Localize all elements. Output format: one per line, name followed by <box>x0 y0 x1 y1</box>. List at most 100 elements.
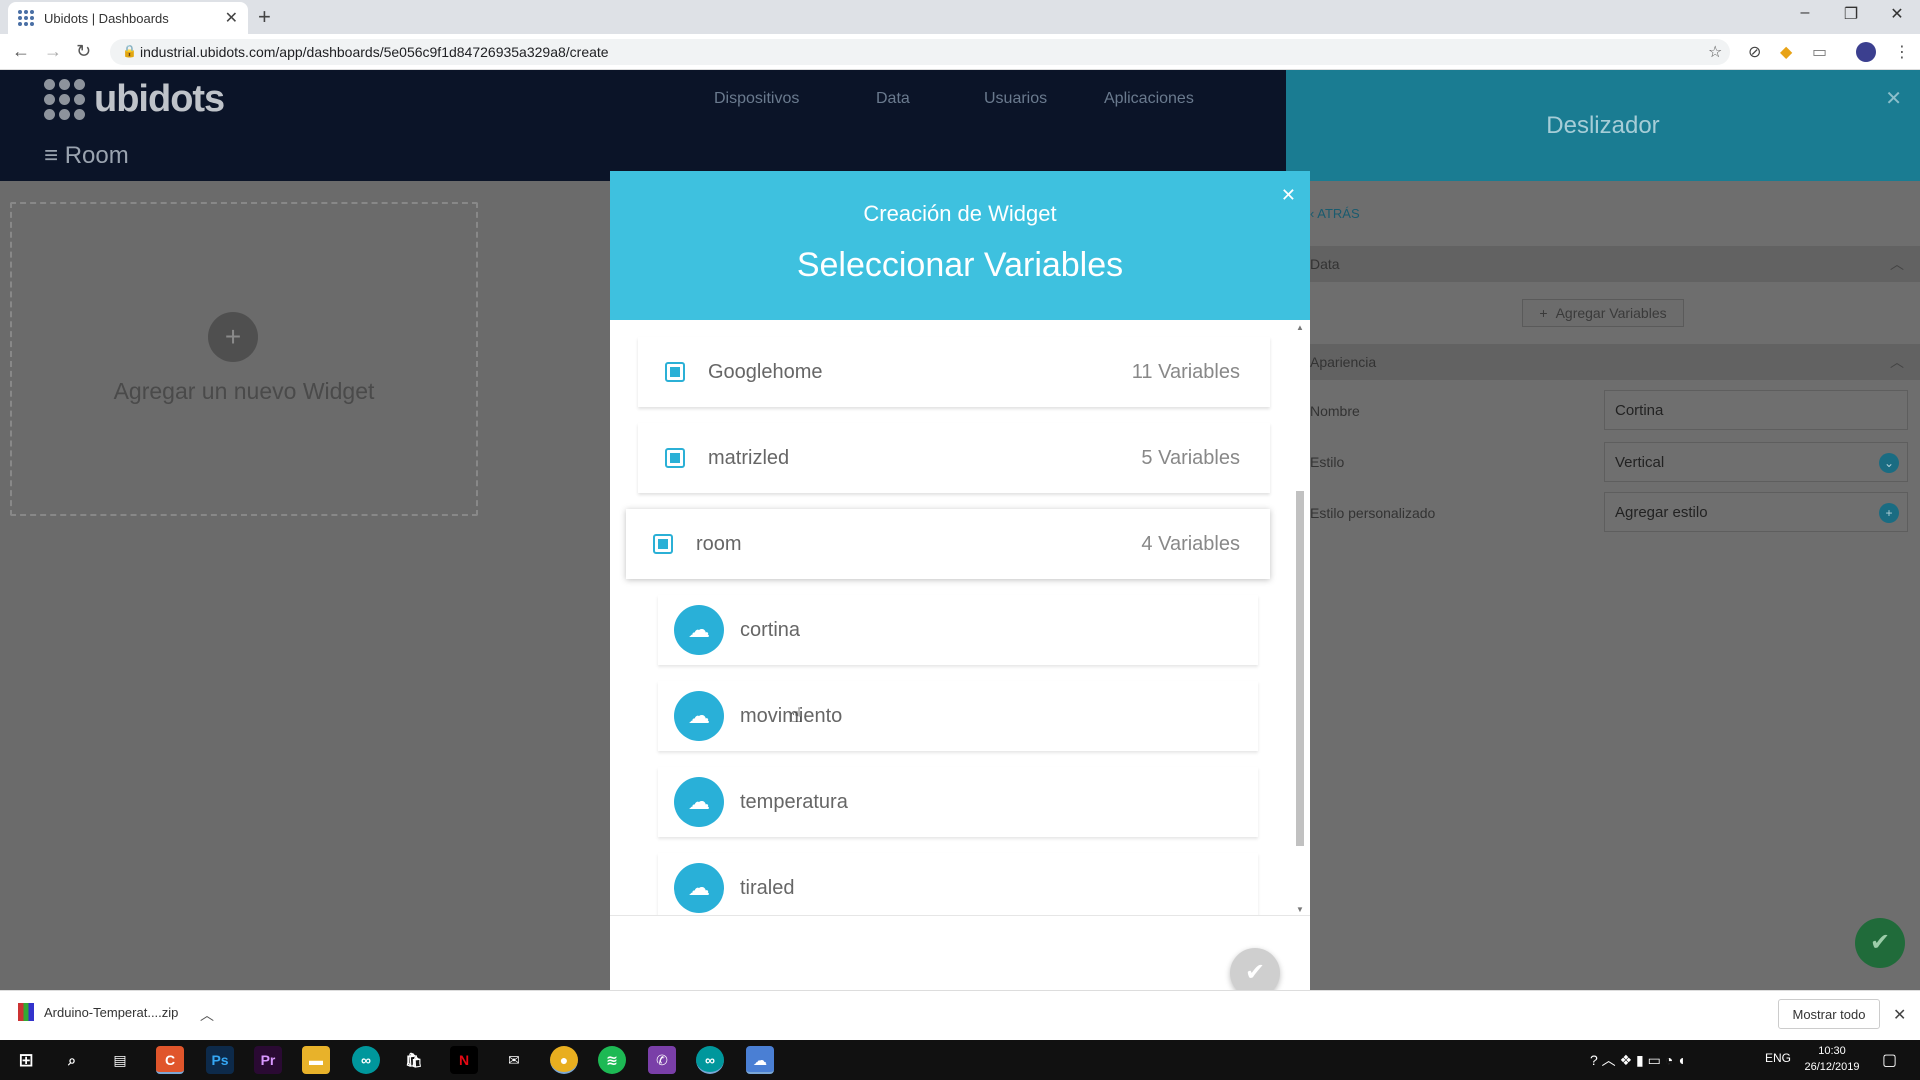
variable-count: 4 Variables <box>1141 532 1240 555</box>
browser-tab[interactable]: Ubidots | Dashboards ✕ <box>8 2 248 34</box>
ubidots-logo[interactable]: ubidots <box>44 78 225 121</box>
cloud-upload-icon: ☁ <box>674 863 724 913</box>
back-arrow-icon[interactable]: ← <box>12 41 30 62</box>
chevron-down-icon: ⌄ <box>1879 453 1899 473</box>
download-bar: Arduino-Temperat....zip ︿ Mostrar todo ✕ <box>0 990 1920 1038</box>
store-icon[interactable]: 🛍 <box>400 1046 428 1074</box>
nav-aplicaciones[interactable]: Aplicaciones <box>1104 90 1194 108</box>
add-widget-plus-icon[interactable]: + <box>208 312 258 362</box>
confirm-check-button[interactable]: ✔ <box>1230 948 1280 990</box>
lock-icon: 🔒 <box>122 44 137 58</box>
panel-close-icon[interactable]: ✕ <box>1885 86 1902 111</box>
profile-avatar[interactable] <box>1856 42 1876 62</box>
dashboard-name: Room <box>64 142 129 169</box>
search-icon[interactable]: ⌕ <box>58 1046 86 1074</box>
minimize-icon[interactable]: – <box>1790 4 1820 22</box>
device-row-room[interactable]: room 4 Variables <box>626 509 1270 579</box>
variable-name: cortina <box>740 618 801 641</box>
nav-dispositivos[interactable]: Dispositivos <box>714 90 799 108</box>
mail-icon[interactable]: ✉ <box>500 1046 528 1074</box>
add-variables-button[interactable]: + Agregar Variables <box>1522 299 1684 327</box>
whatsapp-icon[interactable]: ✆ <box>648 1046 676 1074</box>
dashboard-title[interactable]: ≡ Room <box>44 142 129 170</box>
new-tab-icon[interactable]: + <box>258 4 271 30</box>
tab-title: Ubidots | Dashboards <box>44 10 169 26</box>
chevron-up-icon: ︿ <box>1890 256 1904 272</box>
modal-title: Seleccionar Variables <box>796 246 1124 284</box>
clock-date: 26/12/2019 <box>1804 1061 1860 1073</box>
file-explorer-icon[interactable]: ▬ <box>302 1046 330 1074</box>
reload-icon[interactable]: ↻ <box>76 41 91 62</box>
chrome-icon[interactable]: ● <box>550 1046 578 1074</box>
back-link[interactable]: ‹ ATRÁS <box>1310 206 1360 221</box>
nav-data[interactable]: Data <box>876 90 910 108</box>
download-bar-close-icon[interactable]: ✕ <box>1893 1005 1906 1025</box>
style-select[interactable]: Vertical ⌄ <box>1604 442 1908 482</box>
bookmark-star-icon[interactable]: ☆ <box>1708 42 1722 62</box>
data-section-header[interactable]: Data ︿ <box>1286 246 1920 282</box>
variable-count: 11 Variables <box>1131 360 1240 383</box>
device-variable-list[interactable]: Googlehome 11 Variables matrizled 5 Vari… <box>610 320 1310 916</box>
download-item[interactable]: Arduino-Temperat....zip <box>18 1003 178 1021</box>
variable-count: 5 Variables <box>1141 446 1240 469</box>
custom-style-value: Agregar estilo <box>1615 503 1708 521</box>
device-row-googlehome[interactable]: Googlehome 11 Variables <box>638 337 1270 407</box>
system-tray-icons[interactable]: ? ︿ ❖ ▮ ▭ ◔ ◖ <box>1590 1050 1686 1070</box>
chevron-up-icon: ︿ <box>1890 354 1904 370</box>
address-bar[interactable]: 🔒 industrial.ubidots.com/app/dashboards/… <box>110 39 1730 65</box>
winrar-archive-icon <box>18 1003 34 1021</box>
arduino-icon[interactable]: ∞ <box>352 1046 380 1074</box>
extension-icon[interactable]: ◆ <box>1780 42 1792 62</box>
device-name: matrizled <box>708 446 790 469</box>
name-input[interactable]: Cortina <box>1604 390 1908 430</box>
panel-title: Deslizador <box>1546 112 1660 139</box>
notifications-icon[interactable]: ▢ <box>1882 1050 1897 1070</box>
device-name: room <box>696 532 742 555</box>
spotify-icon[interactable]: ≋ <box>598 1046 626 1074</box>
variable-row-cortina[interactable]: ☁ cortina <box>658 595 1258 665</box>
variable-row-temperatura[interactable]: ☁ temperatura <box>658 767 1258 837</box>
premiere-icon[interactable]: Pr <box>254 1046 282 1074</box>
language-indicator[interactable]: ENG <box>1765 1051 1791 1065</box>
show-all-button[interactable]: Mostrar todo <box>1778 999 1880 1029</box>
add-variables-label: Agregar Variables <box>1555 305 1667 321</box>
device-row-matrizled[interactable]: matrizled 5 Variables <box>638 423 1270 493</box>
variable-row-movimiento[interactable]: ☁ movimiento <box>658 681 1258 751</box>
hand-cursor-icon: ☝ <box>790 705 803 727</box>
scroll-up-arrow-icon[interactable]: ▲ <box>1296 323 1304 332</box>
custom-style-field[interactable]: Agregar estilo + <box>1604 492 1908 532</box>
windows-start-icon[interactable]: ⊞ <box>12 1046 40 1074</box>
widget-settings-panel: Deslizador ✕ ‹ ATRÁS Data ︿ + Agregar Vari… <box>1286 70 1920 990</box>
cast-icon[interactable]: ▭ <box>1812 42 1827 62</box>
chevron-up-icon[interactable]: ︿ <box>200 1005 214 1025</box>
browser-toolbar: ← → ↻ 🔒 industrial.ubidots.com/app/dashb… <box>0 34 1920 70</box>
photoshop-icon[interactable]: Ps <box>206 1046 234 1074</box>
app-c-icon[interactable]: C <box>156 1046 184 1074</box>
save-widget-check-button[interactable]: ✔ <box>1855 918 1905 968</box>
data-section-label: Data <box>1310 256 1340 272</box>
app-cloud-icon[interactable]: ☁ <box>746 1046 774 1074</box>
variable-row-tiraled[interactable]: ☁ tiraled <box>658 853 1258 915</box>
hamburger-menu-icon[interactable]: ≡ <box>44 142 58 169</box>
appearance-section-header[interactable]: Apariencia ︿ <box>1286 344 1920 380</box>
cloud-upload-icon: ☁ <box>674 777 724 827</box>
ubidots-logo-icon <box>44 78 86 121</box>
chip-icon <box>646 527 680 561</box>
scrollbar-thumb[interactable] <box>1296 491 1304 846</box>
nav-usuarios[interactable]: Usuarios <box>984 90 1047 108</box>
plus-icon: + <box>1539 305 1548 321</box>
task-view-icon[interactable]: ▤ <box>106 1046 134 1074</box>
variable-name: tiraled <box>740 876 795 899</box>
scroll-down-arrow-icon[interactable]: ▼ <box>1296 905 1304 914</box>
modal-close-icon[interactable]: ✕ <box>1281 185 1296 206</box>
clock[interactable]: 10:30 26/12/2019 <box>1800 1043 1864 1075</box>
forward-arrow-icon[interactable]: → <box>44 41 62 62</box>
block-extension-icon[interactable]: ⊘ <box>1748 42 1761 62</box>
back-label: ATRÁS <box>1317 206 1360 221</box>
netflix-icon[interactable]: N <box>450 1046 478 1074</box>
restore-icon[interactable]: ❐ <box>1836 4 1866 24</box>
window-close-icon[interactable]: ✕ <box>1882 4 1912 24</box>
arduino-icon-2[interactable]: ∞ <box>696 1046 724 1074</box>
tab-close-icon[interactable]: ✕ <box>225 8 238 28</box>
browser-menu-icon[interactable]: ⋮ <box>1894 42 1910 62</box>
